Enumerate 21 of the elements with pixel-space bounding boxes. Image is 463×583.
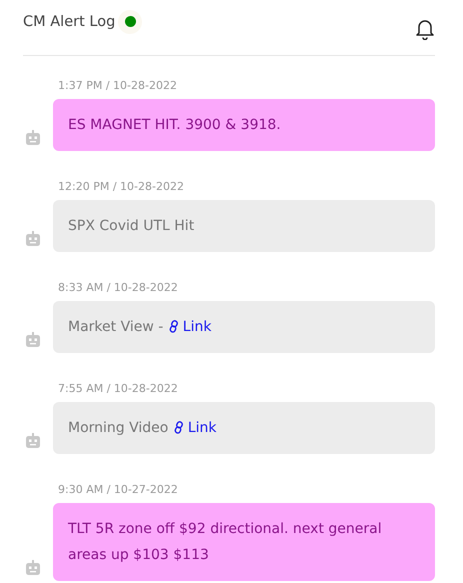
notification-icon[interactable]: [415, 18, 435, 40]
message-bubble: ES MAGNET HIT. 3900 & 3918.: [53, 99, 435, 151]
message-bubble: SPX Covid UTL Hit: [53, 200, 435, 252]
robot-icon: [25, 433, 41, 449]
message-time: 1:37 PM / 10-28-2022: [58, 78, 177, 93]
robot-icon: [25, 560, 41, 576]
link-icon: [172, 421, 185, 434]
app-title: CM Alert Log: [23, 14, 116, 30]
message-time: 12:20 PM / 10-28-2022: [58, 179, 184, 194]
link[interactable]: Link: [168, 319, 212, 335]
robot-icon: [25, 332, 41, 348]
message-time: 7:55 AM / 10-28-2022: [58, 381, 178, 396]
message-bubble: TLT 5R zone off $92 directional. next general areas up $103 $113: [53, 503, 435, 581]
message-time: 9:30 AM / 10-27-2022: [58, 482, 178, 497]
link-icon: [168, 320, 180, 333]
message-bubble: Market View - Link: [53, 301, 435, 353]
link[interactable]: Link: [172, 420, 216, 436]
message-time: 8:33 AM / 10-28-2022: [58, 280, 178, 295]
robot-icon: [25, 231, 41, 247]
message-bubble: Morning Video Link: [53, 402, 435, 454]
robot-icon: [25, 130, 41, 146]
